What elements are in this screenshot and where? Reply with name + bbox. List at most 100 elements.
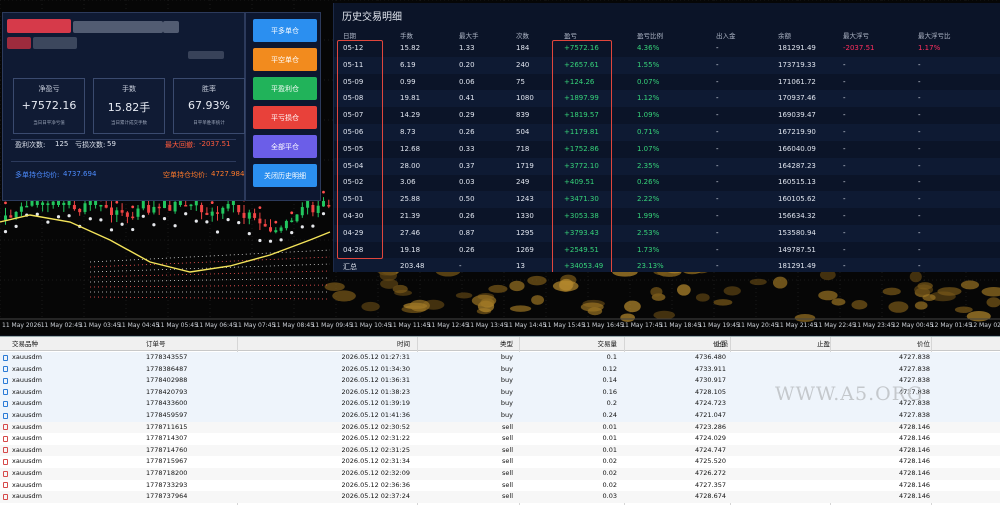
positions-col-header[interactable]: 止盈 [800, 337, 830, 351]
positions-col-header[interactable]: 类型 [419, 337, 513, 351]
position-row[interactable]: xauusdm 1778343557 2026.05.12 01:27:31 buy 0… [0, 352, 1000, 364]
position-cell-tp [800, 468, 830, 480]
position-cell-tp [800, 352, 830, 364]
positions-col-header[interactable]: 交易量 [521, 337, 618, 351]
trade-marker [215, 230, 220, 234]
position-row[interactable]: xauusdm 1778714307 2026.05.12 02:31:22 sell… [0, 433, 1000, 445]
history-cell-balance: 160105.62 [778, 195, 816, 204]
stat-label: 净盈亏 [38, 85, 60, 93]
history-row[interactable]: 05-06 8.73 0.26 504 +1179.81 0.71% -167219.90-… [334, 124, 1000, 141]
position-row[interactable]: xauusdm 1778386487 2026.05.12 01:34:30 buy 0… [0, 363, 1000, 376]
close-all-button[interactable]: 全部平仓 [253, 135, 317, 158]
history-row[interactable]: 05-02 3.06 0.03 249 +409.51 0.26% -160515.13- - [334, 174, 1000, 191]
position-cell-time: 2026.05.12 01:39:19 [341, 399, 410, 408]
stat-caption: 当日累计成交手数 [111, 121, 147, 126]
history-row[interactable]: 04-28 19.18 0.26 1269 +2549.51 1.73% -149787.5… [334, 242, 1000, 259]
history-row[interactable]: 05-01 25.88 0.50 1243 +3471.30 2.22% -160105.6… [334, 191, 1000, 209]
position-cell-volume: 0.1 [606, 353, 617, 361]
close-short-button[interactable]: 平空单仓 [253, 48, 317, 71]
trade-marker [46, 220, 50, 224]
position-row[interactable]: xauusdm 1778715967 2026.05.12 02:31:34 sell… [0, 456, 1000, 468]
position-row[interactable]: xauusdm 1778711615 2026.05.12 02:30:52 sell… [0, 421, 1000, 434]
positions-col-header[interactable]: 交易品种 [12, 337, 132, 351]
trade-history-panel: 历史交易明细 日期 手数 最大手 次数 盈亏 盈亏比例 出入金 余额 最大浮亏 最大浮亏比 05-… [333, 3, 1000, 272]
position-cell-volume: 0.24 [602, 411, 617, 419]
history-row[interactable]: 05-08 19.81 0.41 1080 +1897.99 1.12% -170937.4… [334, 90, 1000, 108]
history-cell-max-float-ratio: - [918, 144, 921, 153]
close-profit-button[interactable]: 平盈利仓 [253, 77, 317, 100]
history-cell-flow: - [716, 144, 719, 153]
candle-body [184, 205, 188, 207]
history-row[interactable]: 04-29 27.46 0.87 1295 +3793.43 2.53% -153580.9… [334, 224, 1000, 242]
history-cell-max-float: - [843, 60, 846, 69]
history-cell-max-lot: 0.41 [459, 94, 475, 103]
position-cell-time: 2026.05.12 01:38:23 [341, 387, 410, 396]
position-cell-ticket: 1778714760 [146, 445, 188, 454]
history-row[interactable]: 05-12 15.82 1.33 184 +7572.16 4.36% -181291.49… [334, 40, 1000, 57]
loss-count-value: 59 [107, 140, 116, 148]
positions-col-header[interactable]: 订单号 [146, 337, 234, 351]
history-cell-max-float: -2037.51 [843, 44, 875, 52]
history-cell-count: 13 [516, 262, 525, 271]
history-row[interactable]: 05-11 6.19 0.20 240 +2657.61 1.55% -173719.33-… [334, 56, 1000, 74]
position-row[interactable]: xauusdm 1778718200 2026.05.12 02:32:09 sell… [0, 468, 1000, 480]
candle-body [104, 205, 108, 208]
history-cell-balance: 153580.94 [778, 228, 816, 237]
coin-decoration [818, 290, 838, 301]
position-cell-volume: 0.16 [602, 387, 617, 396]
history-cell-max-float-ratio: - [918, 161, 921, 170]
history-cell-lots: 25.88 [400, 195, 421, 204]
history-total-row[interactable]: 汇总 203.48-13 +34053.49 23.13% -181291.49- - [334, 258, 1000, 272]
win-rate-stat: 胜率 67.93% 日平单胜率统计 [173, 78, 245, 134]
position-row[interactable]: xauusdm 1778733293 2026.05.12 02:36:36 sell… [0, 479, 1000, 492]
history-cell-max-float: - [843, 94, 846, 103]
history-cell-max-float-ratio: - [918, 195, 921, 204]
candle-body [322, 200, 325, 207]
candle-body [131, 216, 135, 219]
history-row[interactable]: 05-09 0.99 0.06 75 +124.26 0.07% -171061.72- - [334, 74, 1000, 91]
position-cell-tp [800, 480, 830, 492]
position-cell-type: sell [502, 469, 513, 477]
position-cell-volume: 0.2 [606, 399, 617, 408]
position-cell-sl [684, 398, 728, 410]
sell-order-icon [3, 493, 8, 500]
position-cell-time: 2026.05.12 02:32:09 [341, 469, 410, 477]
candle-body [51, 201, 55, 205]
position-cell-ticket: 1778433600 [146, 399, 188, 408]
history-title: 历史交易明细 [342, 12, 402, 23]
history-cell-count: 1330 [516, 212, 534, 220]
history-row[interactable]: 05-04 28.00 0.37 1719 +3772.10 2.35% -164287.2… [334, 157, 1000, 175]
positions-col-header[interactable]: 时间 [238, 337, 410, 351]
position-row[interactable]: xauusdm 1778737964 2026.05.12 02:37:24 sell… [0, 491, 1000, 503]
time-tick-label: 11 May 13:45 [466, 322, 508, 329]
close-history-button[interactable]: 关闭历史明细 [253, 164, 317, 187]
redacted-account-id [7, 37, 31, 49]
position-cell-current: 4728.146 [898, 492, 930, 501]
history-cell-max-float: - [843, 77, 846, 86]
position-cell-type: sell [502, 445, 513, 454]
trade-marker [268, 239, 273, 243]
history-row[interactable]: 04-30 21.39 0.26 1330 +3053.38 1.99% -156634.3… [334, 208, 1000, 225]
date-column-highlight [337, 40, 383, 259]
history-row[interactable]: 05-05 12.68 0.33 718 +1752.86 1.07% -166040.09… [334, 141, 1000, 158]
position-cell-type: sell [502, 457, 513, 466]
history-cell-lots: 15.82 [400, 44, 421, 52]
history-cell-flow: - [716, 212, 719, 220]
history-cell-balance: 164287.23 [778, 161, 816, 170]
redacted-account-info [73, 21, 163, 33]
time-tick-label: 11 May 02:45 [40, 322, 82, 329]
history-cell-max-lot: 0.50 [459, 195, 475, 204]
position-row[interactable]: xauusdm 1778459597 2026.05.12 01:41:36 buy 0… [0, 410, 1000, 422]
history-cell-max-float-ratio: - [918, 212, 921, 220]
close-loss-button[interactable]: 平亏损仓 [253, 106, 317, 129]
positions-col-header[interactable]: 止损 [684, 337, 728, 351]
history-cell-balance: 160515.13 [778, 178, 816, 187]
sell-order-icon [3, 424, 8, 431]
history-cell-date: 汇总 [343, 263, 357, 272]
position-cell-volume: 0.02 [602, 469, 617, 477]
candle-body [62, 202, 66, 205]
positions-col-header[interactable]: 价位 [904, 337, 930, 351]
position-row[interactable]: xauusdm 1778714760 2026.05.12 02:31:25 sell… [0, 444, 1000, 457]
history-row[interactable]: 05-07 14.29 0.29 839 +1819.57 1.09% -169039.47… [334, 107, 1000, 124]
close-long-button[interactable]: 平多单仓 [253, 19, 317, 42]
